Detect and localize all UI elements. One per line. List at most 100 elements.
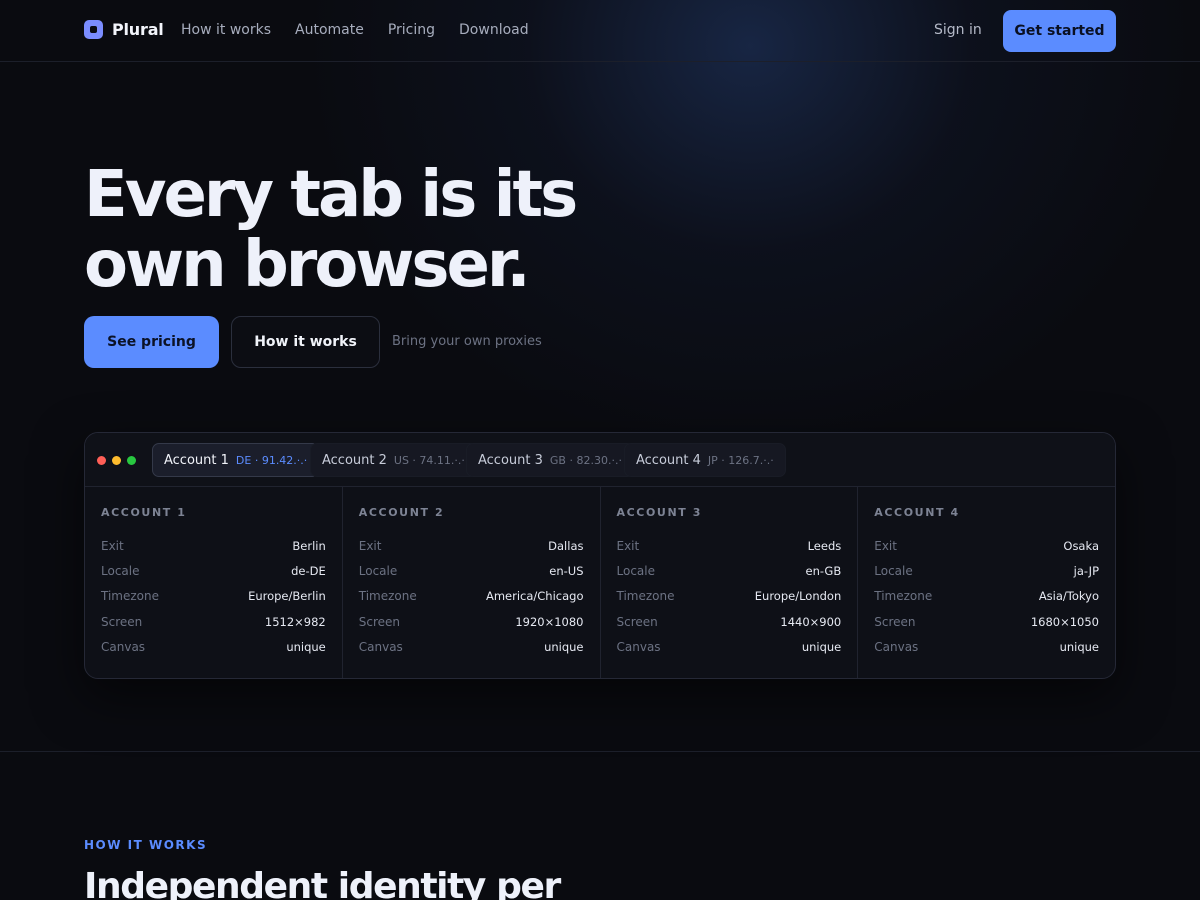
row-label: Screen	[101, 614, 143, 629]
how-it-works-button[interactable]: How it works	[231, 316, 380, 368]
row-value: Leeds	[807, 538, 842, 553]
account-panel-1: ACCOUNT 1 Exit Berlin Locale de-DE Timezon…	[85, 487, 343, 678]
row-label: Screen	[358, 614, 401, 629]
window-close-icon	[97, 456, 106, 465]
tab-ip-badge: US · 74.11.·.·	[393, 453, 465, 467]
get-started-button[interactable]: Get started	[1003, 10, 1116, 52]
row-value: unique	[544, 639, 584, 654]
tab-label: Account 2	[322, 452, 387, 468]
row-value: Asia/Tokyo	[1038, 589, 1099, 604]
row-label: Locale	[616, 563, 655, 578]
panel-title: ACCOUNT 4	[874, 506, 960, 519]
profile-row-locale: Locale de-DE	[101, 558, 326, 583]
nav-link-how-it-works[interactable]: How it works	[181, 22, 271, 38]
hero-note: Bring your own proxies	[392, 334, 542, 349]
row-label: Canvas	[874, 639, 919, 654]
row-label: Canvas	[616, 639, 661, 654]
tab-label: Account 1	[164, 452, 229, 468]
row-label: Locale	[358, 563, 398, 578]
row-value: 1440×900	[780, 614, 842, 629]
row-label: Exit	[874, 538, 897, 553]
profile-row-locale: Locale en-US	[359, 558, 584, 583]
account-panel-3: ACCOUNT 3 Exit Leeds Locale en-GB Timezone…	[601, 487, 859, 678]
profile-row-timezone: Timezone Europe/Berlin	[101, 584, 326, 609]
nav-links: How it works Automate Pricing Download	[181, 22, 529, 38]
profile-row-screen: Screen 1680×1050	[874, 609, 1099, 634]
row-label: Exit	[358, 538, 382, 553]
tab-account-3[interactable]: Account 3 GB · 82.30.·.·	[466, 443, 634, 477]
row-value: unique	[801, 639, 842, 654]
row-value: Europe/Berlin	[248, 589, 326, 604]
row-value: 1512×982	[264, 614, 326, 629]
row-value: unique	[286, 639, 326, 654]
row-value: Europe/London	[754, 589, 842, 604]
row-value: 1680×1050	[1030, 614, 1099, 629]
brand-name: Plural	[112, 20, 164, 39]
row-label: Timezone	[101, 589, 159, 604]
top-nav: Plural How it works Automate Pricing Dow…	[0, 0, 1200, 62]
profile-row-canvas: Canvas unique	[101, 634, 326, 659]
row-value: en-US	[549, 563, 584, 578]
profile-row-screen: Screen 1920×1080	[359, 609, 584, 634]
row-label: Canvas	[101, 639, 146, 654]
profile-row-locale: Locale ja-JP	[874, 558, 1099, 583]
row-label: Screen	[874, 614, 916, 629]
nav-link-pricing[interactable]: Pricing	[388, 22, 435, 38]
tab-account-4[interactable]: Account 4 JP · 126.7.·.·	[624, 443, 786, 477]
row-value: 1920×1080	[515, 614, 584, 629]
profile-row-canvas: Canvas unique	[874, 634, 1099, 659]
row-label: Canvas	[358, 639, 403, 654]
row-value: unique	[1059, 639, 1099, 654]
row-label: Exit	[616, 538, 640, 553]
sign-in-link[interactable]: Sign in	[934, 22, 982, 38]
row-label: Exit	[101, 538, 124, 553]
window-maximize-icon	[127, 456, 136, 465]
row-label: Timezone	[616, 589, 675, 604]
browser-preview: Account 1 DE · 91.42.·.· Account 2 US · …	[84, 432, 1116, 679]
profile-row-canvas: Canvas unique	[617, 634, 842, 659]
profile-row-timezone: Timezone Asia/Tokyo	[874, 584, 1099, 609]
profile-row-locale: Locale en-GB	[617, 558, 842, 583]
window-minimize-icon	[112, 456, 121, 465]
panel-title: ACCOUNT 3	[616, 506, 703, 519]
profile-row-exit: Exit Leeds	[617, 533, 842, 558]
panel-title: ACCOUNT 2	[358, 506, 445, 519]
tab-account-2[interactable]: Account 2 US · 74.11.·.·	[310, 443, 477, 477]
row-value: America/Chicago	[485, 589, 584, 604]
row-value: Dallas	[548, 538, 584, 553]
hero-title: Every tab is its own browser.	[84, 160, 644, 300]
profile-row-canvas: Canvas unique	[359, 634, 584, 659]
panel-title: ACCOUNT 1	[101, 506, 187, 519]
hero-title-line-2: own browser.	[84, 228, 531, 302]
tab-account-1[interactable]: Account 1 DE · 91.42.·.·	[152, 443, 320, 477]
account-panel-2: ACCOUNT 2 Exit Dallas Locale en-US Timezon…	[343, 487, 601, 678]
brand-logo[interactable]: Plural	[84, 20, 164, 39]
account-panels: ACCOUNT 1 Exit Berlin Locale de-DE Timezon…	[85, 487, 1115, 678]
hero-title-line-1: Every tab is its	[84, 158, 578, 232]
row-label: Locale	[101, 563, 140, 578]
nav-link-automate[interactable]: Automate	[295, 22, 364, 38]
tab-ip-badge: JP · 126.7.·.·	[707, 453, 774, 467]
profile-row-exit: Exit Dallas	[359, 533, 584, 558]
account-panel-4: ACCOUNT 4 Exit Osaka Locale ja-JP Timezone…	[858, 487, 1115, 678]
tab-ip-badge: DE · 91.42.·.·	[235, 453, 308, 467]
brand-logo-icon	[84, 20, 103, 39]
row-label: Screen	[616, 614, 658, 629]
profile-row-timezone: Timezone Europe/London	[617, 584, 842, 609]
see-pricing-button[interactable]: See pricing	[84, 316, 219, 368]
tab-label: Account 4	[636, 452, 701, 468]
row-value: Berlin	[292, 538, 326, 553]
profile-row-screen: Screen 1440×900	[617, 609, 842, 634]
profile-row-screen: Screen 1512×982	[101, 609, 326, 634]
tab-label: Account 3	[478, 452, 543, 468]
row-value: ja-JP	[1073, 563, 1099, 578]
row-label: Locale	[874, 563, 913, 578]
row-value: en-GB	[805, 563, 842, 578]
row-value: de-DE	[291, 563, 326, 578]
section-divider	[0, 751, 1200, 752]
section-eyebrow: HOW IT WORKS	[84, 838, 208, 852]
tab-ip-badge: GB · 82.30.·.·	[549, 453, 622, 467]
section-title: Independent identity per	[84, 866, 561, 900]
profile-row-exit: Exit Osaka	[874, 533, 1099, 558]
nav-link-download[interactable]: Download	[459, 22, 529, 38]
